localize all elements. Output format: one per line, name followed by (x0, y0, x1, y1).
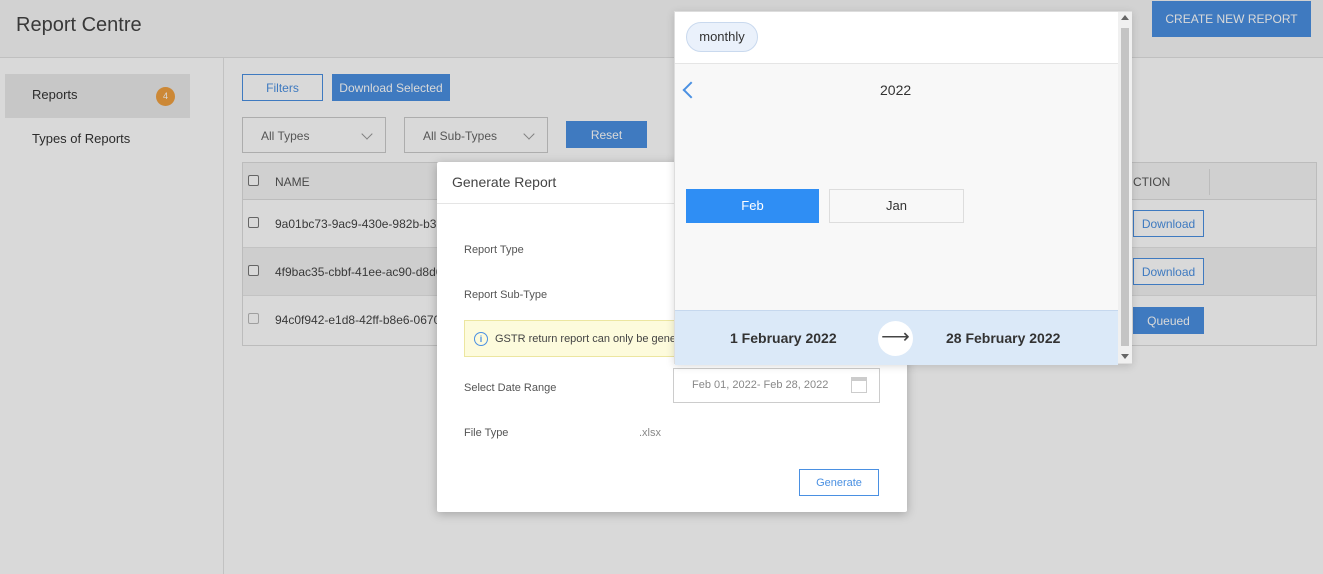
month-option-jan[interactable]: Jan (829, 189, 964, 223)
generate-button[interactable]: Generate (799, 469, 879, 496)
modal-title: Generate Report (452, 174, 557, 190)
selected-range-bar: 1 February 2022 ⟶ 28 February 2022 (675, 310, 1118, 365)
picker-year: 2022 (880, 82, 912, 98)
scroll-down-icon[interactable] (1121, 354, 1129, 359)
month-option-feb[interactable]: Feb (686, 189, 819, 223)
date-range-label: Select Date Range (464, 382, 557, 394)
range-end-date: 28 February 2022 (946, 330, 1061, 346)
file-type-label: File Type (464, 427, 509, 439)
month-range-picker: monthly 2022 Feb Jan 1 February 2022 ⟶ 2… (674, 11, 1132, 365)
scroll-up-icon[interactable] (1121, 15, 1129, 20)
report-subtype-label: Report Sub-Type (464, 289, 548, 301)
info-icon: i (474, 332, 488, 346)
scroll-thumb[interactable] (1121, 28, 1129, 346)
calendar-icon (851, 377, 867, 393)
picker-body: 2022 Feb Jan (675, 64, 1118, 310)
period-mode-chip[interactable]: monthly (686, 22, 758, 52)
date-range-value: Feb 01, 2022- Feb 28, 2022 (692, 379, 829, 391)
picker-scrollbar[interactable] (1118, 12, 1132, 363)
chevron-left-icon[interactable] (682, 81, 700, 99)
file-type-value: .xlsx (639, 427, 661, 439)
range-start-date: 1 February 2022 (730, 330, 837, 346)
date-range-input[interactable]: Feb 01, 2022- Feb 28, 2022 (673, 368, 880, 403)
arrow-right-icon: ⟶ (878, 321, 913, 356)
picker-header: monthly (675, 12, 1118, 64)
report-type-label: Report Type (464, 244, 524, 256)
